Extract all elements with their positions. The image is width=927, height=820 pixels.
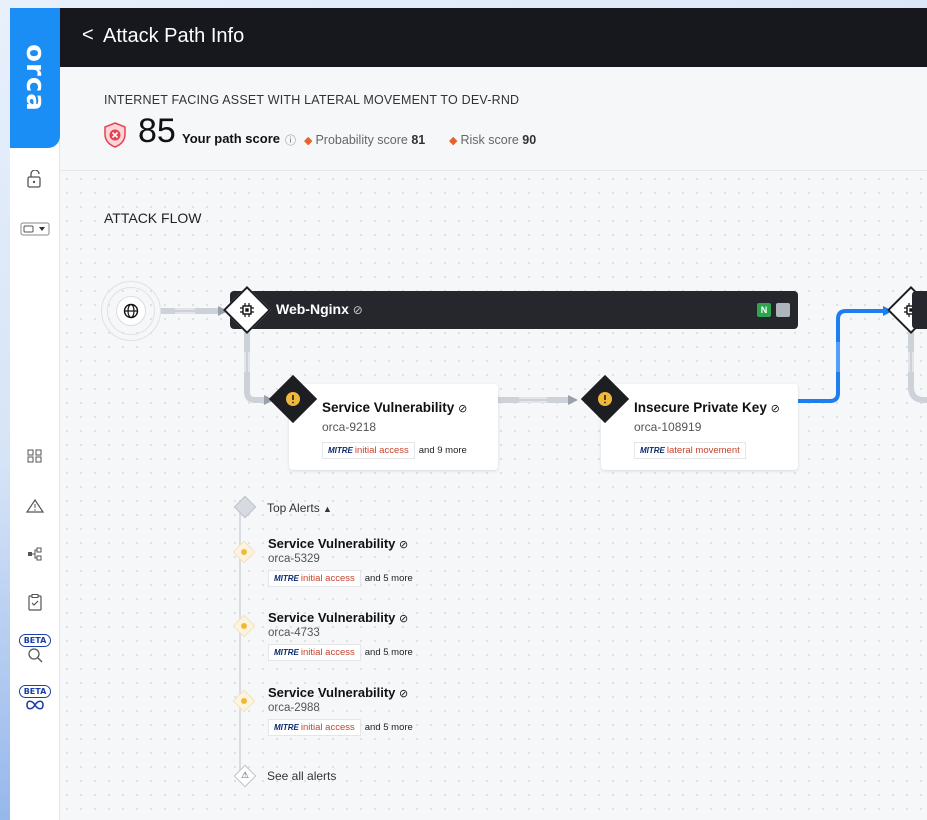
link-icon: ⊘ [458, 403, 468, 415]
internet-node[interactable] [101, 281, 161, 341]
sidebar: orca BETA BETA [10, 8, 60, 820]
beta-badge: BETA [18, 634, 52, 647]
asset-node-web-nginx[interactable]: Web-Nginx ⊘ N [230, 291, 798, 329]
path-score: 85 [138, 112, 176, 150]
alert-item[interactable]: Service Vulnerability ⊘ orca-2988 MITRE i… [268, 685, 413, 736]
alert-id: orca-5329 [268, 553, 320, 565]
flow-connectors [161, 306, 927, 772]
dashboard-icon[interactable] [10, 448, 60, 464]
attack-paths-icon[interactable] [10, 546, 60, 562]
beta-search-item[interactable]: BETA [10, 629, 60, 663]
nginx-badge: N [757, 303, 771, 317]
see-all-alerts-link[interactable]: See all alerts [267, 769, 336, 783]
shield-icon [103, 122, 127, 148]
search-icon [28, 648, 43, 663]
mitre-tag[interactable]: MITRE initial access [322, 442, 415, 459]
beta-infinity-item[interactable]: BETA [10, 680, 60, 712]
beta-badge: BETA [18, 685, 52, 698]
back-button[interactable]: < [82, 24, 94, 47]
card-id: orca-108919 [634, 420, 702, 434]
path-title: INTERNET FACING ASSET WITH LATERAL MOVEM… [104, 93, 520, 107]
mitre-tag[interactable]: MITRE initial access [268, 570, 361, 587]
vulnerability-card[interactable]: Service Vulnerability ⊘ orca-9218 MITRE i… [289, 384, 498, 470]
private-key-card[interactable]: Insecure Private Key ⊘ orca-108919 MITRE… [601, 384, 798, 470]
card-tags: MITRE initial access and 9 more [322, 440, 467, 459]
orca-logo[interactable]: orca [10, 8, 60, 148]
asset-name: Web-Nginx ⊘ [276, 301, 363, 317]
page-title: Attack Path Info [103, 25, 245, 47]
mitre-tag[interactable]: MITRE initial access [268, 719, 361, 736]
more-tags[interactable]: and 9 more [419, 445, 467, 456]
alert-id: orca-2988 [268, 702, 320, 714]
link-icon: ⊘ [770, 403, 780, 415]
terminal-icon [776, 303, 790, 317]
risk-score: ◆ Risk score 90 [449, 133, 537, 147]
card-tags: MITRE lateral movement [634, 440, 746, 459]
probability-score: ◆ Probability score 81 [304, 133, 426, 147]
main-panel: < Attack Path Info INTERNET FACING ASSET… [60, 8, 927, 820]
more-tags[interactable]: and 5 more [365, 722, 413, 733]
info-icon[interactable]: ⓘ [285, 132, 296, 148]
link-icon: ⊘ [352, 303, 363, 317]
attack-flow-canvas: ATTACK FLOW Web-Nginx ⊘ N Service Vulner… [60, 172, 927, 820]
alert-item[interactable]: Service Vulnerability ⊘ orca-4733 MITRE i… [268, 610, 413, 661]
mitre-tag[interactable]: MITRE lateral movement [634, 442, 746, 459]
more-tags[interactable]: and 5 more [365, 647, 413, 658]
infinity-icon [26, 700, 44, 710]
compliance-icon[interactable] [10, 593, 60, 611]
score-label: Your path score [182, 131, 281, 146]
alerts-icon[interactable] [10, 498, 60, 514]
link-icon: ⊘ [399, 613, 409, 625]
globe-icon [116, 296, 146, 326]
card-title: Service Vulnerability ⊘ [322, 400, 468, 415]
next-asset-node[interactable] [912, 291, 927, 329]
card-id: orca-9218 [322, 420, 377, 434]
caret-up-icon: ▲ [323, 504, 332, 514]
card-title: Insecure Private Key ⊘ [634, 400, 780, 415]
link-icon: ⊘ [399, 539, 409, 551]
account-selector-icon[interactable] [10, 221, 60, 237]
alert-id: orca-4733 [268, 627, 320, 639]
more-tags[interactable]: and 5 more [365, 573, 413, 584]
topbar: < Attack Path Info [60, 8, 927, 67]
unlock-icon[interactable] [10, 170, 60, 188]
diamond-bullet-icon: ◆ [304, 135, 313, 147]
mitre-tag[interactable]: MITRE initial access [268, 644, 361, 661]
path-header: INTERNET FACING ASSET WITH LATERAL MOVEM… [60, 67, 927, 171]
alert-item[interactable]: Service Vulnerability ⊘ orca-5329 MITRE i… [268, 536, 413, 587]
link-icon: ⊘ [399, 688, 409, 700]
top-alerts-toggle[interactable]: Top Alerts ▲ [267, 501, 332, 515]
diamond-bullet-icon: ◆ [449, 135, 458, 147]
